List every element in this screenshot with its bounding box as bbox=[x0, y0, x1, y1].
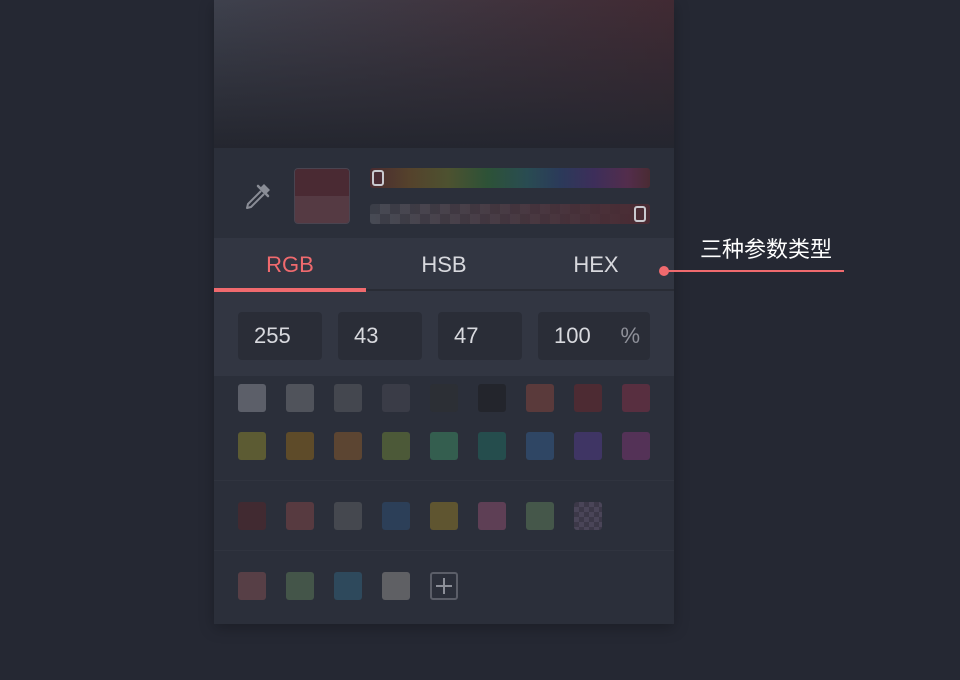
tab-rgb[interactable]: RGB bbox=[214, 238, 366, 292]
picker-controls bbox=[214, 148, 674, 238]
color-swatch[interactable] bbox=[334, 432, 362, 460]
alpha-input[interactable]: 100 % bbox=[538, 312, 650, 360]
color-swatch[interactable] bbox=[286, 572, 314, 600]
color-swatch[interactable] bbox=[574, 432, 602, 460]
color-value-inputs: 255 43 47 100 % bbox=[214, 292, 674, 376]
annotation-label: 三种参数类型 bbox=[700, 238, 833, 263]
color-swatch[interactable] bbox=[382, 432, 410, 460]
color-swatch[interactable] bbox=[526, 502, 554, 530]
alpha-slider[interactable] bbox=[370, 204, 650, 224]
percent-unit: % bbox=[620, 323, 640, 348]
color-swatch[interactable] bbox=[334, 384, 362, 412]
color-swatch[interactable] bbox=[286, 502, 314, 530]
color-preview-swatch bbox=[294, 168, 350, 224]
color-swatch[interactable] bbox=[382, 384, 410, 412]
tab-hsb[interactable]: HSB bbox=[368, 238, 520, 292]
previous-color-preview bbox=[295, 196, 349, 223]
color-swatch[interactable] bbox=[238, 572, 266, 600]
color-swatch[interactable] bbox=[238, 384, 266, 412]
palette-divider bbox=[214, 480, 674, 481]
color-swatch[interactable] bbox=[526, 384, 554, 412]
plus-icon bbox=[436, 578, 452, 594]
color-swatch[interactable] bbox=[574, 502, 602, 530]
color-swatch[interactable] bbox=[334, 502, 362, 530]
tab-hex[interactable]: HEX bbox=[520, 238, 672, 292]
color-swatch[interactable] bbox=[574, 384, 602, 412]
color-mode-tabs: RGB HSB HEX bbox=[214, 238, 674, 292]
color-swatch[interactable] bbox=[430, 432, 458, 460]
alpha-slider-handle[interactable] bbox=[634, 206, 646, 222]
color-swatch[interactable] bbox=[334, 572, 362, 600]
alpha-value: 100 bbox=[554, 323, 591, 348]
color-swatch[interactable] bbox=[478, 384, 506, 412]
color-swatch[interactable] bbox=[238, 432, 266, 460]
blue-input[interactable]: 47 bbox=[438, 312, 522, 360]
color-swatch[interactable] bbox=[286, 432, 314, 460]
color-swatch[interactable] bbox=[478, 502, 506, 530]
saturation-brightness-area[interactable] bbox=[214, 0, 674, 148]
color-swatch[interactable] bbox=[286, 384, 314, 412]
new-color-preview bbox=[295, 169, 349, 196]
annotation-line bbox=[664, 270, 844, 272]
color-swatch[interactable] bbox=[382, 502, 410, 530]
green-input[interactable]: 43 bbox=[338, 312, 422, 360]
red-input[interactable]: 255 bbox=[238, 312, 322, 360]
color-swatch[interactable] bbox=[430, 502, 458, 530]
color-swatch[interactable] bbox=[622, 432, 650, 460]
hue-slider[interactable] bbox=[370, 168, 650, 188]
add-color-button[interactable] bbox=[430, 572, 458, 600]
color-swatch[interactable] bbox=[238, 502, 266, 530]
color-swatch[interactable] bbox=[526, 432, 554, 460]
eyedropper-icon[interactable] bbox=[242, 180, 274, 212]
palette-divider bbox=[214, 550, 674, 551]
hue-slider-handle[interactable] bbox=[372, 170, 384, 186]
color-swatch[interactable] bbox=[622, 384, 650, 412]
color-picker-panel: RGB HSB HEX 255 43 47 100 % bbox=[214, 0, 674, 624]
color-swatch[interactable] bbox=[478, 432, 506, 460]
color-swatch[interactable] bbox=[430, 384, 458, 412]
color-swatch[interactable] bbox=[382, 572, 410, 600]
